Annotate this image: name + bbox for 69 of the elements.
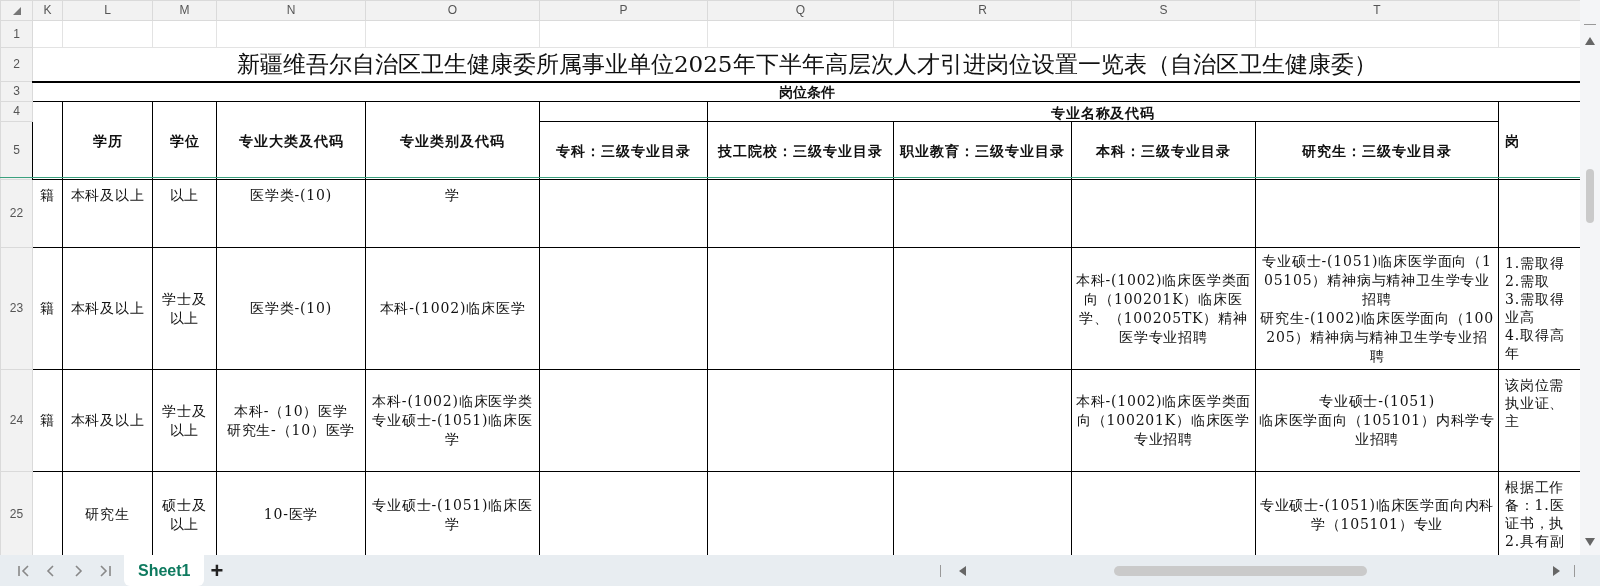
cell-text-line: 备：1.医 xyxy=(1505,496,1566,514)
scroll-down-icon[interactable] xyxy=(1585,538,1595,546)
cell-text-line: 临床医学面向（105101）内科学专业招聘 xyxy=(1259,411,1495,449)
table-header-cell: 专业名称及代码 xyxy=(707,101,1499,122)
skip-first-icon[interactable] xyxy=(17,563,31,578)
row-header[interactable]: 24 xyxy=(0,369,33,472)
cell-text-line: 1.需取得 xyxy=(1505,254,1566,272)
cell-text-line: 3.需取得 xyxy=(1505,290,1566,308)
cell-text-line: 年 xyxy=(1505,344,1521,362)
table-cell: 本科-(1002)临床医学类面向（100201K）临床医学专业招聘 xyxy=(1071,369,1256,472)
table-cell: 本科及以上 xyxy=(62,369,153,472)
corner-triangle-icon[interactable] xyxy=(12,6,21,15)
column-header[interactable]: L xyxy=(62,0,153,21)
row-header[interactable]: 2 xyxy=(0,47,33,82)
row-header[interactable]: 25 xyxy=(0,471,33,555)
table-cell: 以上 xyxy=(152,179,217,248)
table-cell: 医学类-(10) xyxy=(216,247,366,370)
column-header[interactable]: N xyxy=(216,0,366,21)
table-cell: 学士及以上 xyxy=(152,247,217,370)
cell-text-line: 该岗位需 xyxy=(1505,376,1566,394)
table-cell: 籍 xyxy=(32,247,63,370)
sheet-title: 新疆维吾尔自治区卫生健康委所属事业单位2025年下半年高层次人才引进岗位设置一览表（自治区卫生健康委） xyxy=(236,50,1377,77)
group-header: 岗位条件 xyxy=(778,83,835,100)
cell-text-line: 专业硕士-(1051) xyxy=(1317,392,1437,411)
cell-text-line: 主 xyxy=(1505,412,1521,430)
cell-text-line: 研究生-(1002)临床医学面向（100205）精神病与精神卫生学专业招聘 xyxy=(1259,308,1495,366)
column-header[interactable]: P xyxy=(539,0,708,21)
cell-text-line: 本科-（10）医学 xyxy=(233,401,349,421)
table-cell: 本科及以上 xyxy=(62,247,153,370)
table-cell: 学士及以上 xyxy=(152,369,217,472)
cell-text-line: 专业硕士-(1051)临床医学 xyxy=(371,411,534,449)
column-header[interactable]: M xyxy=(152,0,217,21)
row-header[interactable]: 5 xyxy=(0,121,33,180)
sheet-tab[interactable]: Sheet1 xyxy=(124,555,205,586)
column-header[interactable]: T xyxy=(1255,0,1499,21)
cell-text-line: 业高 xyxy=(1505,308,1536,326)
row-header[interactable]: 4 xyxy=(0,101,33,122)
table-cell: 本科-(1002)临床医学类面向（100201K）临床医学、（100205TK）精神医学专业招聘 xyxy=(1071,247,1256,370)
cell-text-line: 执业证、 xyxy=(1505,394,1566,412)
scroll-thumb[interactable] xyxy=(1114,565,1367,576)
table-cell: 籍 xyxy=(32,179,63,248)
row-header[interactable]: 1 xyxy=(0,20,33,48)
cell-text-line: 4.取得高 xyxy=(1505,326,1566,344)
column-header[interactable]: Q xyxy=(707,0,894,21)
table-cell: 本科-(1002)临床医学 xyxy=(365,247,540,370)
column-header[interactable]: S xyxy=(1071,0,1256,21)
scroll-up-icon[interactable] xyxy=(1585,37,1595,45)
cell-text-line: 研究生-（10）医学 xyxy=(225,420,357,440)
column-header[interactable]: R xyxy=(893,0,1072,21)
row-header[interactable]: 22 xyxy=(0,179,33,248)
table-cell: 学 xyxy=(365,179,540,248)
cell-text-line: 证书，执 xyxy=(1505,514,1566,532)
scroll-right-icon[interactable] xyxy=(1553,565,1560,576)
column-header[interactable]: O xyxy=(365,0,540,21)
cell-text-line: 2.具有副 xyxy=(1505,532,1566,550)
scroll-thumb[interactable] xyxy=(1586,169,1594,223)
cell-text-line: 本科-(1002)临床医学类 xyxy=(371,392,534,411)
add-sheet-button[interactable]: + xyxy=(204,559,230,582)
cell-text-line: 专业硕士-(1051)临床医学面向（105105）精神病与精神卫生学专业招聘 xyxy=(1261,251,1493,309)
cell-text-line: 2.需取 xyxy=(1505,272,1551,290)
row-header[interactable]: 23 xyxy=(0,247,33,370)
row-header[interactable]: 3 xyxy=(0,81,33,102)
scroll-left-icon[interactable] xyxy=(959,565,966,576)
table-cell: 籍 xyxy=(32,369,63,472)
table-cell: 医学类-(10) xyxy=(216,179,366,248)
column-header[interactable]: K xyxy=(32,0,63,21)
skip-last-icon[interactable] xyxy=(98,563,112,578)
cell-text-line: 根据工作 xyxy=(1505,478,1566,496)
table-cell: 本科及以上 xyxy=(62,179,153,248)
